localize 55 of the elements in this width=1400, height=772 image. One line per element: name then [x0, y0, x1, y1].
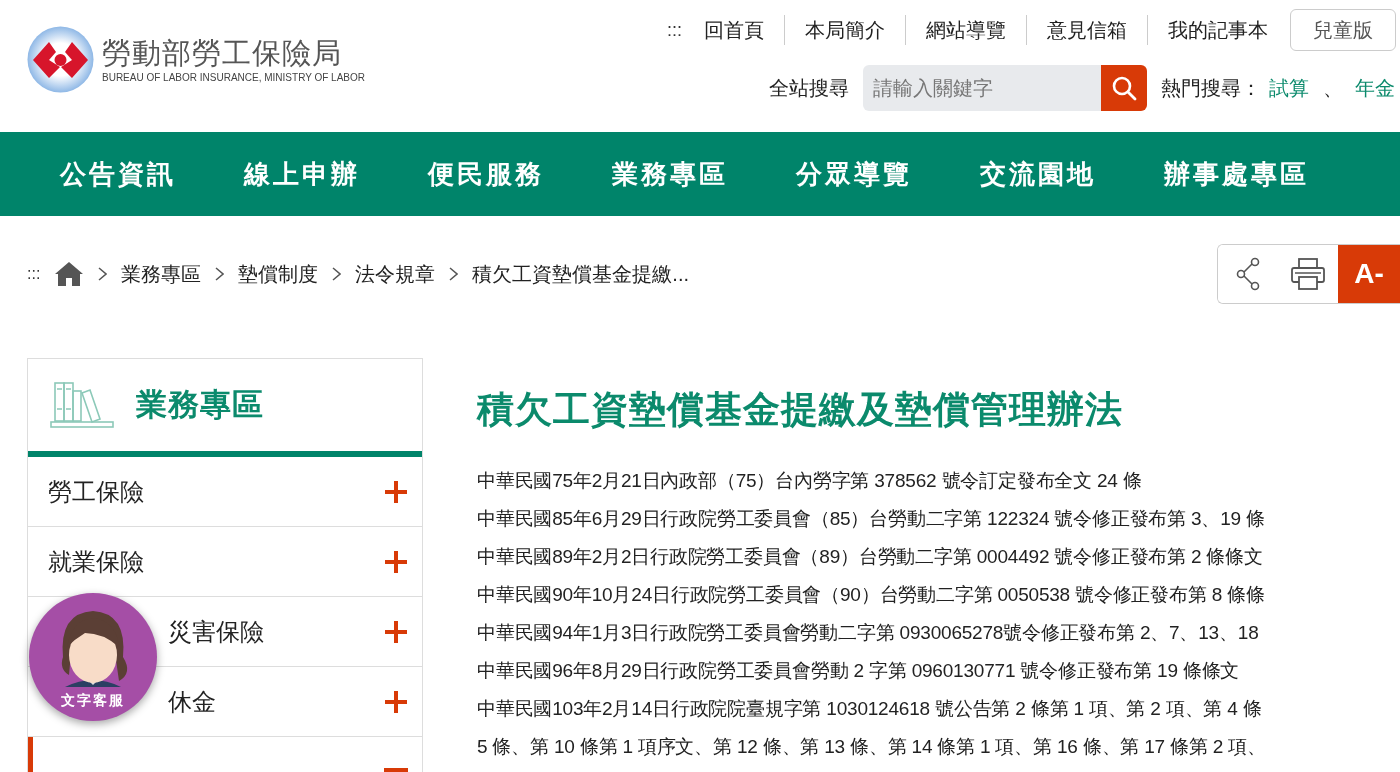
breadcrumb-link[interactable]: 業務專區 [121, 260, 202, 288]
search-field[interactable]: 請輸入關鍵字 [863, 65, 1101, 111]
search-button[interactable] [1101, 65, 1147, 111]
nav-item[interactable]: 公告資訊 [26, 156, 210, 192]
chevron-icon [332, 267, 342, 281]
chevron-icon [215, 267, 225, 281]
chat-label: 文字客服 [61, 692, 125, 710]
menu-mark: ::: [667, 19, 682, 41]
nav-item[interactable]: 交流園地 [946, 156, 1130, 192]
history-line: 中華民國103年2月14日行政院院臺規字第 1030124618 號公告第 2 條第 1 項、第 2 項、第 4 條 [477, 697, 1263, 721]
breadcrumb-link[interactable]: 積欠工資墊償基金提繳... [472, 260, 689, 288]
plus-icon [384, 479, 408, 504]
nav-item[interactable]: 線上申辦 [210, 156, 394, 192]
history-line: 中華民國75年2月21日內政部（75）台內勞字第 378562 號令訂定發布全文 24 條 [477, 469, 1143, 493]
plus-icon [384, 619, 408, 644]
kids-version-button[interactable]: 兒童版 [1290, 9, 1396, 51]
share-icon [1236, 257, 1260, 291]
search-icon [1111, 75, 1137, 101]
plus-icon [384, 549, 408, 574]
top-link[interactable]: 我的記事本 [1147, 15, 1288, 45]
article-title: 積欠工資墊償基金提繳及墊償管理辦法 [477, 388, 1124, 432]
printer-icon [1291, 258, 1325, 290]
top-link[interactable]: 本局簡介 [784, 15, 905, 45]
separator: 、 [1323, 75, 1343, 101]
plus-icon [384, 689, 408, 714]
site-subtitle: BUREAU OF LABOR INSURANCE, MINISTRY OF LABOR [102, 72, 365, 83]
breadcrumb-link[interactable]: 法令規章 [355, 260, 436, 288]
font-size-button[interactable]: A- [1338, 245, 1400, 303]
minus-icon [384, 768, 408, 772]
site-title: 勞動部勞工保險局 [102, 36, 343, 70]
history-line: 中華民國85年6月29日行政院勞工委員會（85）台勞動二字第 122324 號令修正發布第 3、19 條 [477, 507, 1266, 531]
history-line: 5 條、第 10 條第 1 項序文、第 12 條、第 13 條、第 14 條第 1 項、第 16 條、第 17 條第 2 項、 [477, 735, 1266, 759]
sidebar-title: 業務專區 [136, 386, 264, 424]
nav-item[interactable]: 分眾導覽 [762, 156, 946, 192]
top-link[interactable]: 網站導覽 [905, 15, 1026, 45]
top-link[interactable]: 意見信箱 [1026, 15, 1147, 45]
breadcrumb-link[interactable]: 墊償制度 [238, 260, 319, 288]
nav-item[interactable]: 業務專區 [578, 156, 762, 192]
nav-item[interactable]: 便民服務 [394, 156, 578, 192]
chevron-icon [449, 267, 459, 281]
history-line: 中華民國90年10月24日行政院勞工委員會（90）台勞動二字第 0050538 號令修正發布第 8 條條 [477, 583, 1266, 607]
top-link[interactable]: 回首頁 [704, 15, 784, 45]
chevron-icon [98, 267, 108, 281]
history-line: 中華民國89年2月2日行政院勞工委員會（89）台勞動二字第 0004492 號令修正發布第 2 條條文 [477, 545, 1264, 569]
hot-search-label: 熱門搜尋： [1161, 75, 1261, 101]
logo-icon [27, 26, 94, 93]
menu-mark: ::: [27, 265, 41, 283]
books-icon [50, 381, 114, 429]
home-icon[interactable] [54, 261, 85, 287]
search-label: 全站搜尋 [769, 75, 849, 101]
history-line: 中華民國96年8月29日行政院勞工委員會勞動 2 字第 0960130771 號令修正發布第 19 條條文 [477, 659, 1241, 683]
history-line: 中華民國94年1月3日行政院勞工委員會勞動二字第 0930065278號令修正發布第 2、7、13、18 [477, 621, 1260, 645]
nav-item[interactable]: 辦事處專區 [1130, 156, 1309, 192]
hot-search-link[interactable]: 年金 [1355, 74, 1395, 102]
hot-search-link[interactable]: 試算 [1269, 74, 1309, 102]
